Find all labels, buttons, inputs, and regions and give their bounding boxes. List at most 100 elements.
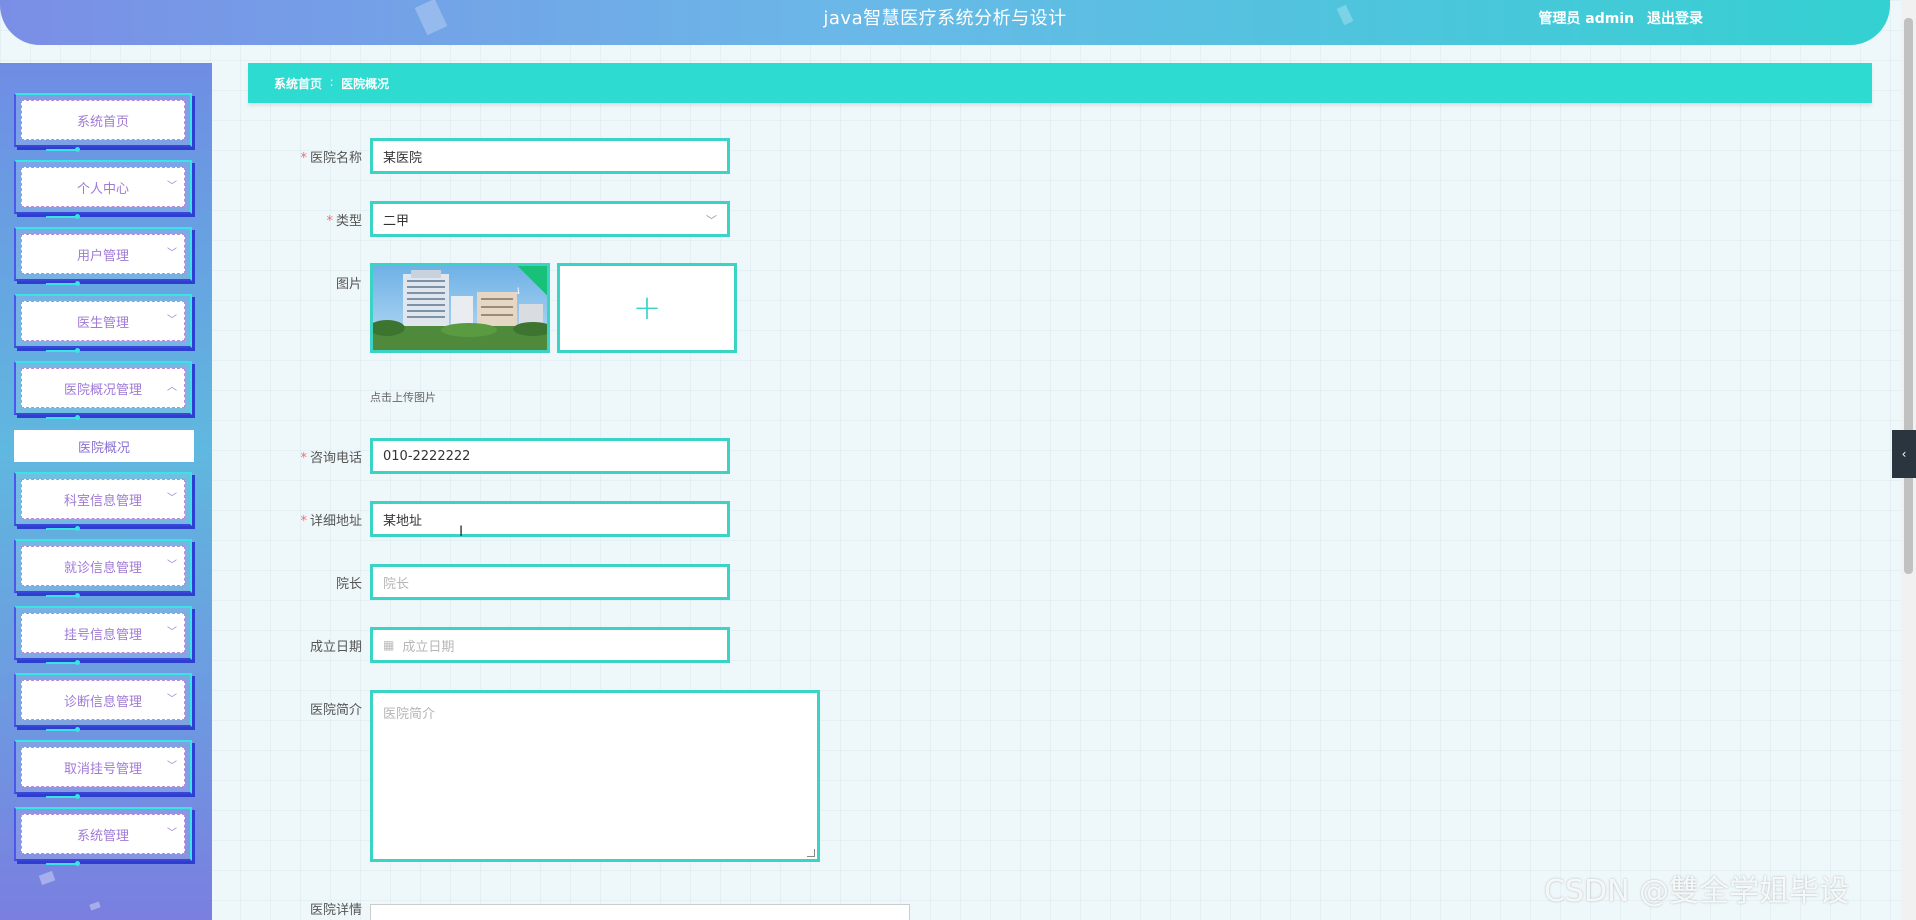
hospital-name-input[interactable]: 某医院 bbox=[370, 138, 730, 174]
details-label-text: 医院详情 bbox=[309, 903, 362, 918]
founded-date-placeholder: 成立日期 bbox=[402, 639, 455, 655]
intro-textarea[interactable]: 医院简介 bbox=[370, 690, 820, 862]
chevron-down-icon: ﹀ bbox=[706, 214, 717, 227]
sidebar-decoration bbox=[89, 901, 101, 911]
breadcrumb-separator: ∶ bbox=[330, 76, 334, 90]
sidebar-item-label: 用户管理 bbox=[76, 248, 129, 264]
required-mark: * bbox=[300, 514, 307, 529]
address-label: * 详细地址 bbox=[242, 510, 362, 529]
chevron-down-icon: ﹀ bbox=[167, 560, 177, 571]
president-placeholder: 院长 bbox=[383, 576, 410, 592]
chevron-down-icon: ﹀ bbox=[167, 248, 177, 259]
resize-handle[interactable] bbox=[807, 849, 815, 857]
breadcrumb-home[interactable]: 系统首页 bbox=[274, 75, 322, 92]
type-select[interactable]: 二甲 ﹀ bbox=[370, 201, 730, 237]
sidebar-item-label: 系统首页 bbox=[76, 114, 129, 130]
chevron-down-icon: ﹀ bbox=[167, 627, 177, 638]
chevron-down-icon: ﹀ bbox=[167, 315, 177, 326]
menu-decoration bbox=[46, 794, 80, 799]
image-label-text: 图片 bbox=[335, 277, 362, 292]
required-mark: * bbox=[300, 151, 307, 166]
address-label-text: 详细地址 bbox=[309, 514, 362, 529]
upload-hint: 点击上传图片 bbox=[370, 391, 436, 404]
intro-label: 医院简介 bbox=[242, 699, 362, 718]
menu-decoration bbox=[46, 214, 80, 219]
hospital-name-label-text: 医院名称 bbox=[309, 151, 362, 166]
top-header: java智慧医疗系统分析与设计 管理员 admin 退出登录 bbox=[0, 0, 1890, 45]
sidebar-item-diagnoses[interactable]: 诊断信息管理 ﹀ bbox=[14, 673, 192, 732]
phone-input[interactable]: 010-2222222 bbox=[370, 438, 730, 474]
chevron-down-icon: ﹀ bbox=[167, 493, 177, 504]
side-panel-toggle[interactable]: ‹ bbox=[1892, 430, 1916, 478]
sidebar-item-hospital-overview[interactable]: 医院概况管理 ︿ bbox=[14, 361, 192, 420]
upload-image-button[interactable]: + bbox=[557, 263, 737, 353]
menu-decoration bbox=[46, 861, 80, 866]
chevron-down-icon: ﹀ bbox=[167, 694, 177, 705]
chevron-down-icon: ﹀ bbox=[167, 181, 177, 192]
sidebar-item-home[interactable]: 系统首页 bbox=[14, 93, 192, 152]
sidebar-item-label: 医院概况管理 bbox=[63, 382, 142, 398]
chevron-down-icon: ﹀ bbox=[167, 761, 177, 772]
sidebar-item-label: 系统管理 bbox=[76, 828, 129, 844]
breadcrumb-current: 医院概况 bbox=[341, 76, 390, 91]
plus-icon: + bbox=[632, 288, 662, 328]
uploaded-image-thumbnail[interactable]: ✓ bbox=[370, 263, 550, 353]
hospital-name-value: 某医院 bbox=[383, 150, 423, 166]
phone-label-text: 咨询电话 bbox=[309, 451, 362, 466]
image-label: 图片 bbox=[242, 273, 362, 292]
watermark: CSDN @雙全学姐毕设 bbox=[1544, 874, 1850, 909]
menu-decoration bbox=[46, 281, 80, 286]
breadcrumb: 系统首页 ∶ 医院概况 bbox=[248, 63, 1872, 103]
sidebar-decoration bbox=[38, 870, 56, 886]
sidebar: 系统首页 个人中心 ﹀ 用户管理 ﹀ 医生管理 ﹀ 医院概况管理 ︿ 医院概况 … bbox=[0, 63, 212, 920]
founded-date-label: 成立日期 bbox=[242, 636, 362, 655]
sidebar-item-registrations[interactable]: 挂号信息管理 ﹀ bbox=[14, 606, 192, 665]
scrollbar-thumb[interactable] bbox=[1904, 18, 1913, 574]
founded-date-picker[interactable]: ▦ 成立日期 bbox=[370, 627, 730, 663]
phone-label: * 咨询电话 bbox=[242, 447, 362, 466]
sidebar-item-label: 就诊信息管理 bbox=[63, 560, 142, 576]
chevron-left-icon: ‹ bbox=[1901, 447, 1907, 461]
address-input[interactable]: 某地址 bbox=[370, 501, 730, 537]
phone-value: 010-2222222 bbox=[383, 448, 471, 464]
sidebar-item-label: 诊断信息管理 bbox=[63, 694, 142, 710]
text-cursor-icon: Ι bbox=[459, 524, 464, 540]
address-value: 某地址 bbox=[383, 513, 423, 529]
menu-decoration bbox=[46, 593, 80, 598]
president-label: 院长 bbox=[242, 573, 362, 592]
required-mark: * bbox=[326, 214, 333, 229]
sidebar-item-doctors[interactable]: 医生管理 ﹀ bbox=[14, 294, 192, 353]
calendar-icon: ▦ bbox=[383, 638, 395, 652]
type-label-text: 类型 bbox=[335, 214, 362, 229]
sidebar-item-label: 挂号信息管理 bbox=[63, 627, 142, 643]
sidebar-item-label: 个人中心 bbox=[76, 181, 129, 197]
intro-label-text: 医院简介 bbox=[309, 703, 362, 718]
header-user-area: 管理员 admin 退出登录 bbox=[1530, 8, 1703, 28]
sidebar-item-visits[interactable]: 就诊信息管理 ﹀ bbox=[14, 539, 192, 598]
hospital-name-label: * 医院名称 bbox=[242, 147, 362, 166]
rich-text-editor-toolbar[interactable] bbox=[370, 904, 910, 920]
sidebar-item-label: 取消挂号管理 bbox=[63, 761, 142, 777]
sidebar-item-label: 医生管理 bbox=[76, 315, 129, 331]
current-user: 管理员 admin bbox=[1538, 11, 1635, 27]
intro-placeholder: 医院简介 bbox=[383, 707, 436, 722]
type-value: 二甲 bbox=[383, 213, 410, 229]
chevron-down-icon: ﹀ bbox=[167, 828, 177, 839]
president-input[interactable]: 院长 bbox=[370, 564, 730, 600]
founded-date-label-text: 成立日期 bbox=[309, 640, 362, 655]
logout-link[interactable]: 退出登录 bbox=[1647, 11, 1703, 27]
menu-decoration bbox=[46, 526, 80, 531]
menu-decoration bbox=[46, 348, 80, 353]
sidebar-item-label: 科室信息管理 bbox=[63, 493, 142, 509]
required-mark: * bbox=[300, 451, 307, 466]
sidebar-item-departments[interactable]: 科室信息管理 ﹀ bbox=[14, 472, 192, 531]
sidebar-item-system[interactable]: 系统管理 ﹀ bbox=[14, 807, 192, 866]
sidebar-item-profile[interactable]: 个人中心 ﹀ bbox=[14, 160, 192, 219]
details-label: 医院详情 bbox=[242, 899, 362, 918]
submenu-item-hospital-overview[interactable]: 医院概况 bbox=[14, 430, 194, 462]
sidebar-item-cancellations[interactable]: 取消挂号管理 ﹀ bbox=[14, 740, 192, 799]
hospital-building-image bbox=[373, 266, 547, 350]
menu-decoration bbox=[46, 660, 80, 665]
chevron-up-icon: ︿ bbox=[167, 382, 177, 393]
sidebar-item-users[interactable]: 用户管理 ﹀ bbox=[14, 227, 192, 286]
